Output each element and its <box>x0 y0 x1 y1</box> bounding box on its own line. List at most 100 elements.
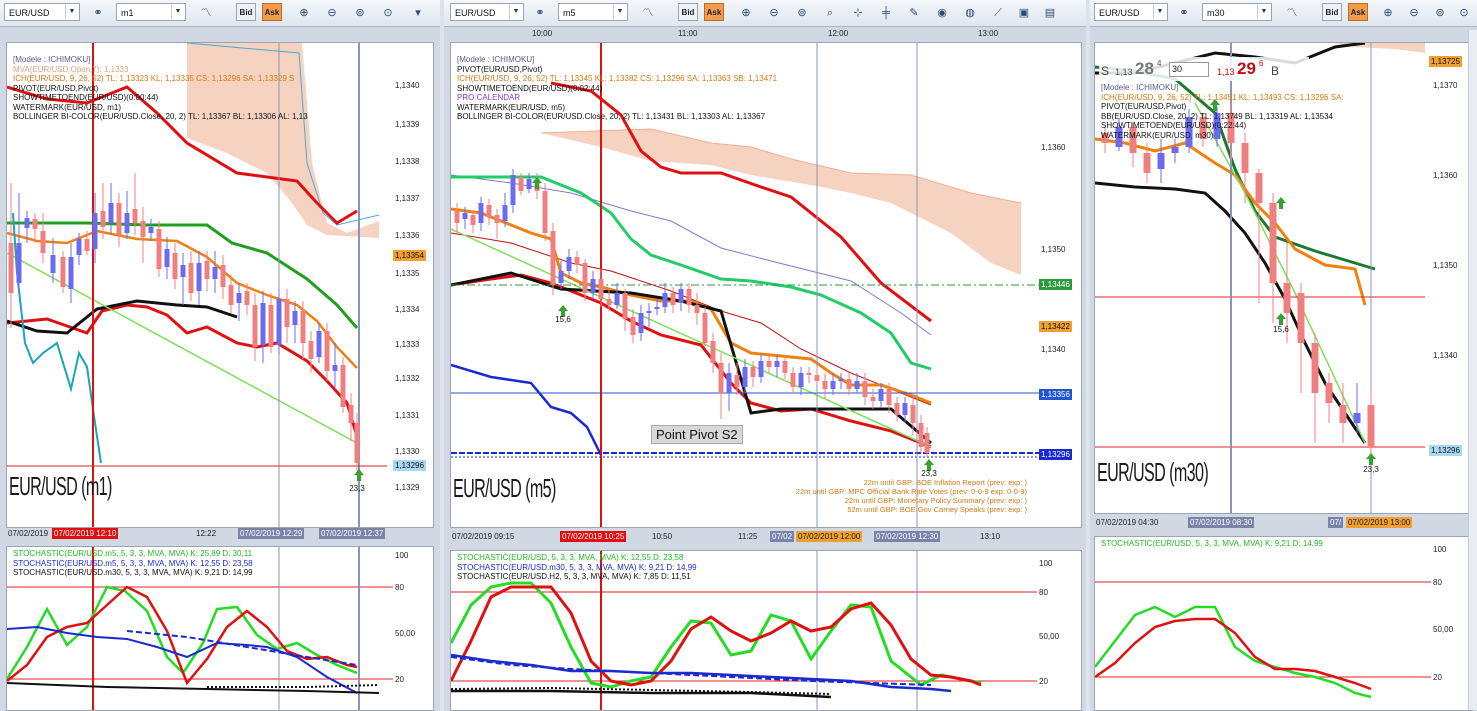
magnifier-icon[interactable]: ⌕ <box>820 3 840 21</box>
window-icon[interactable]: ▤ <box>1040 3 1060 21</box>
time-label: 07/02/2019 04:30 <box>1096 518 1159 527</box>
ask-button[interactable]: Ask <box>1348 3 1368 21</box>
zoom-fit-icon[interactable]: ⊚ <box>792 3 812 21</box>
crosshair-icon[interactable]: ⊹ <box>848 3 868 21</box>
buy-price-big[interactable]: 29 <box>1237 59 1256 79</box>
bid-button[interactable]: Bid <box>1322 3 1342 21</box>
candle <box>332 365 338 371</box>
price-chart[interactable]: [Modele : ICHIMOKU] PIVOT(EUR/USD,Pivot)… <box>450 42 1082 528</box>
time-label: 13:10 <box>980 532 1001 541</box>
chart-panel-m5: EUR/USD ▼ ⚭ m5 ▼ 〽 Bid Ask ⊕ ⊖ ⊚ ⌕ ⊹ ╪ ✎ ◉… <box>444 0 1086 711</box>
osc-tick: 100 <box>395 551 409 560</box>
bid-button[interactable]: Bid <box>678 3 698 21</box>
candle <box>324 331 330 371</box>
candle <box>910 405 916 423</box>
price-tick: 1,1370 <box>1433 81 1458 90</box>
price-chart[interactable]: S 1,13 28 4 30 1,13 29 6 B [Modele : ICH… <box>1094 42 1473 514</box>
legend-line: WATERMARK(EUR/USD, m5) <box>457 102 565 112</box>
candle <box>1157 153 1165 169</box>
chevron-down-icon: ▼ <box>171 5 184 19</box>
timeframe-select[interactable]: m5 ▼ <box>558 3 628 21</box>
ruler-icon[interactable]: ⟋ <box>988 3 1008 21</box>
buy-price-sup[interactable]: 6 <box>1259 59 1263 68</box>
candle <box>1339 405 1347 423</box>
zoom-out-icon[interactable]: ⊖ <box>764 3 784 21</box>
buy-price-small[interactable]: 1,13 <box>1217 67 1235 77</box>
draw-icon[interactable]: ✎ <box>904 3 924 21</box>
candle <box>566 257 572 271</box>
candle <box>470 215 476 225</box>
timeframe-value: m5 <box>563 8 576 18</box>
candle <box>590 279 596 293</box>
more-icon[interactable]: ▾ <box>408 3 428 21</box>
candle <box>268 305 274 347</box>
zoom-range-icon[interactable]: ⊙ <box>1454 3 1474 21</box>
zoom-in-icon[interactable]: ⊕ <box>294 3 314 21</box>
link-icon[interactable]: ⚭ <box>530 3 550 21</box>
oscillator-panel[interactable]: STOCHASTIC(EUR/USD, 5, 3, 3, MVA, MVA) K… <box>1094 536 1473 711</box>
candle <box>478 203 484 223</box>
globe-icon[interactable]: ◍ <box>960 3 980 21</box>
legend-line: STOCHASTIC(EUR/USD.m5, 5, 3, 3, MVA, MVA… <box>13 558 253 568</box>
lot-size-field[interactable]: 30 <box>1169 62 1209 77</box>
sell-price-big[interactable]: 28 <box>1135 59 1154 79</box>
chart-type-icon[interactable]: 〽 <box>1282 3 1302 21</box>
chart-type-icon[interactable]: 〽 <box>196 3 216 21</box>
zoom-out-icon[interactable]: ⊖ <box>1404 3 1424 21</box>
toolbar: EUR/USD ▼ ⚭ m30 ▼ 〽 Bid Ask ⊕ ⊖ ⊚ ⊙ <box>1090 0 1477 27</box>
candle <box>638 313 644 333</box>
candle <box>292 311 298 325</box>
symbol-select[interactable]: EUR/USD ▼ <box>4 3 80 21</box>
top-time-axis: 10:00 11:00 12:00 13:00 <box>450 28 1080 40</box>
legend-line: WATERMARK(EUR/USD, m1) <box>13 102 121 112</box>
line-tool-icon[interactable]: ╪ <box>876 3 896 21</box>
image-icon[interactable]: ▣ <box>1014 3 1034 21</box>
chart-legend: [Modele : ICHIMOKU] ICH(EUR/USD, 9, 26, … <box>1101 83 1344 140</box>
zoom-in-icon[interactable]: ⊕ <box>736 3 756 21</box>
candle <box>798 373 804 387</box>
candle <box>24 218 30 228</box>
bid-button[interactable]: Bid <box>236 3 256 21</box>
candle <box>582 263 588 293</box>
zoom-fit-icon[interactable]: ⊚ <box>350 3 370 21</box>
buy-label[interactable]: B <box>1271 64 1279 78</box>
eye-icon[interactable]: ◉ <box>932 3 952 21</box>
stoch-k-line <box>7 585 358 680</box>
candle <box>180 265 186 277</box>
legend-line: ICH(EUR/USD, 9, 26, 52) TL: 1,13345 KL: … <box>457 74 778 83</box>
candle <box>774 361 780 367</box>
sell-price-small[interactable]: 1,13 <box>1115 67 1133 77</box>
legend-line: MVA(EUR/USD.Open,7): 1,1333 <box>13 64 129 74</box>
link-icon[interactable]: ⚭ <box>1174 3 1194 21</box>
price-tick: 1,1338 <box>395 157 420 166</box>
zoom-out-icon[interactable]: ⊖ <box>322 3 342 21</box>
symbol-select[interactable]: EUR/USD ▼ <box>1094 3 1168 21</box>
ask-button[interactable]: Ask <box>704 3 724 21</box>
legend-line: ICH(EUR/USD, 9, 26, 52) TL: 1,13323 KL: … <box>13 74 295 83</box>
candle <box>494 215 500 223</box>
top-time-label: 11:00 <box>678 29 698 38</box>
chart-type-icon[interactable]: 〽 <box>638 3 658 21</box>
candle <box>558 271 564 283</box>
vertical-scrollbar[interactable] <box>1468 30 1477 710</box>
sell-price-sup[interactable]: 4 <box>1157 59 1161 68</box>
zoom-in-icon[interactable]: ⊕ <box>1378 3 1398 21</box>
quote-box[interactable]: S 1,13 28 4 30 1,13 29 6 B <box>1099 57 1309 81</box>
price-tick: 1,1331 <box>395 411 420 420</box>
zoom-fit-icon[interactable]: ⊚ <box>1430 3 1450 21</box>
candle <box>750 367 756 377</box>
sell-label[interactable]: S <box>1101 64 1109 78</box>
legend-line: PIVOT(EUR/USD,Pivot) <box>457 64 543 74</box>
oscillator-panel[interactable]: STOCHASTIC(EUR/USD.m5, 5, 3, 3, MVA, MVA… <box>6 546 434 711</box>
price-tick: 1,1333 <box>395 340 420 349</box>
ask-button[interactable]: Ask <box>262 3 282 21</box>
link-icon[interactable]: ⚭ <box>88 3 108 21</box>
chikou-line <box>451 363 603 456</box>
timeframe-select[interactable]: m1 ▼ <box>116 3 186 21</box>
price-chart[interactable]: [Modele : ICHIMOKU] MVA(EUR/USD.Open,7):… <box>6 42 434 528</box>
zoom-range-icon[interactable]: ⊙ <box>378 3 398 21</box>
symbol-select[interactable]: EUR/USD ▼ <box>450 3 524 21</box>
timeframe-select[interactable]: m30 ▼ <box>1202 3 1272 21</box>
legend-line: PIVOT(EUR/USD,Pivot) <box>1101 102 1187 111</box>
oscillator-panel[interactable]: STOCHASTIC(EUR/USD, 5, 3, 3, MVA, MVA) K… <box>450 550 1082 711</box>
